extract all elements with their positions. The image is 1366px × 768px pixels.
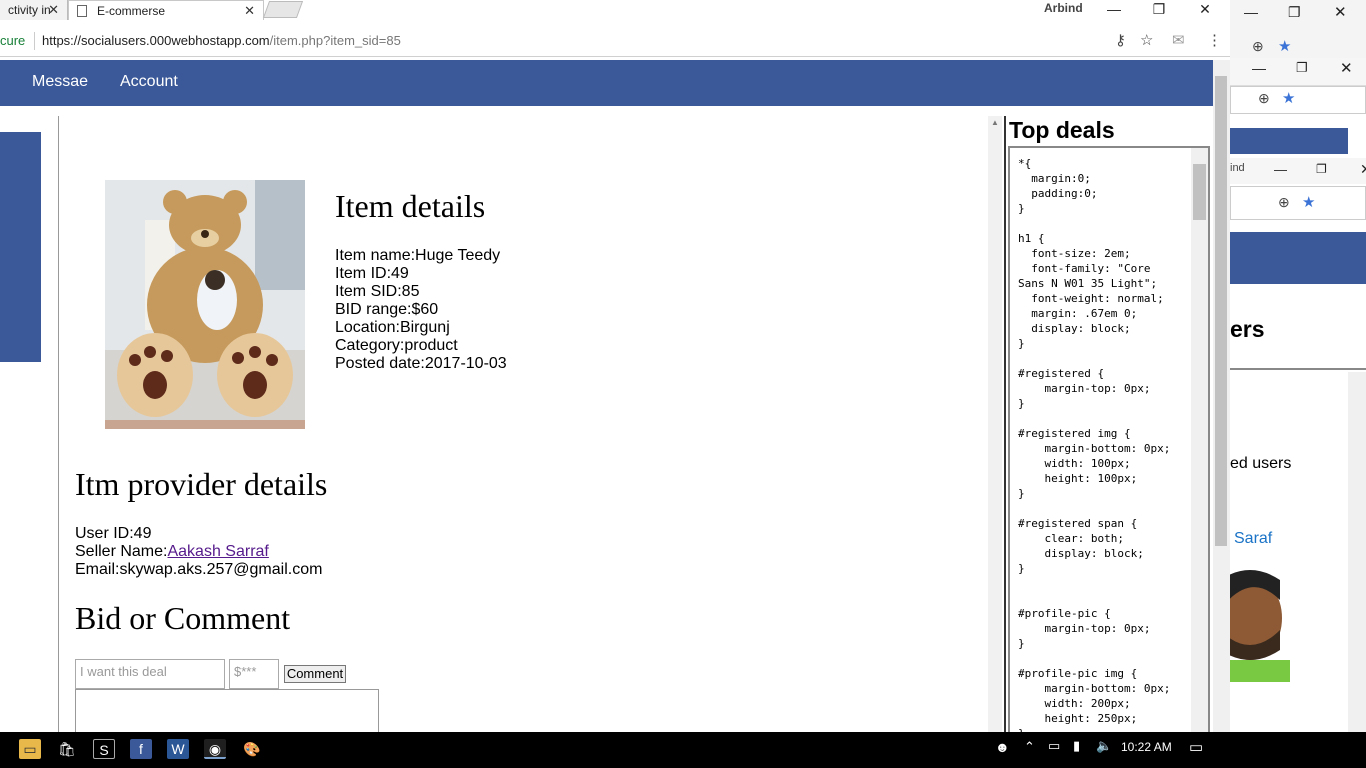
people-icon[interactable]: ☻ [995,739,1010,755]
nav-link-message[interactable]: Messae [32,73,88,91]
star-icon[interactable]: ★ [1282,89,1295,107]
close-icon[interactable]: ✕ [1360,161,1366,178]
store-icon[interactable]: 🛍 [56,739,78,759]
close-icon[interactable]: ✕ [1340,59,1353,77]
deals-scrollbar[interactable]: ▲ [988,116,1002,736]
comment-button[interactable]: Comment [284,665,346,683]
bid-heading: Bid or Comment [75,600,291,636]
chevron-up-icon[interactable]: ⌃ [1024,739,1035,755]
provider-email: Email:skywap.aks.257@gmail.com [75,561,323,578]
minimize-button[interactable]: — [1091,0,1137,20]
tab-activity[interactable]: ctivity in ✕ [0,0,68,20]
category: Category:product [335,337,458,354]
battery-icon[interactable]: ▮ [1073,738,1080,754]
seller-label: Seller Name: [75,543,168,560]
avatar [1230,570,1290,682]
minimize-icon[interactable]: — [1244,4,1258,20]
word-icon[interactable]: W [167,739,189,759]
star-icon[interactable]: ★ [1302,193,1315,211]
location: Location:Birgunj [335,319,450,336]
registered-users-label: ed users [1230,455,1292,472]
tab-ecommerse[interactable]: E-commerse ✕ [68,0,264,20]
minimize-icon[interactable]: — [1274,162,1287,177]
page-scrollbar[interactable] [1213,60,1230,736]
top-deals-textarea[interactable]: *{ margin:0; padding:0; } h1 { font-size… [1008,146,1210,736]
chrome-icon[interactable]: ◉ [204,739,226,759]
maximize-button[interactable]: ❐ [1136,0,1182,20]
clock[interactable]: 10:22 AM [1121,740,1172,754]
background-windows: — ❐ ✕ ⊕ ★ — ❐ ✕ ⊕ ★ ind — ❐ ✕ ⊕ ★ ers ed… [1230,0,1366,768]
url-field[interactable]: https://socialusers.000webhostapp.com/it… [42,33,401,48]
item-id: Item ID:49 [335,265,409,282]
bid-price-input[interactable]: $*** [229,659,279,689]
facebook-icon[interactable]: f [130,739,152,759]
network-icon[interactable]: ▭ [1048,738,1060,754]
key-icon[interactable]: ⚷ [1115,31,1126,49]
star-icon[interactable]: ★ [1278,37,1291,55]
top-deals-title: Top deals [1009,117,1115,143]
file-explorer-icon[interactable]: ▭ [19,739,41,759]
zoom-icon[interactable]: ⊕ [1252,38,1264,55]
scroll-thumb[interactable] [1193,164,1206,220]
minimize-icon[interactable]: — [1252,60,1266,76]
tab-label: ctivity in [8,3,51,17]
page-icon [77,4,87,17]
security-indicator[interactable]: cure [0,33,25,48]
item-name: Item name:Huge Teedy [335,247,501,264]
divider [58,116,59,736]
maximize-icon[interactable]: ❐ [1296,60,1308,76]
divider [34,32,35,50]
maximize-icon[interactable]: ❐ [1316,162,1327,176]
star-icon[interactable]: ☆ [1140,31,1153,49]
item-image [105,180,305,429]
bid-range: BID range:$60 [335,301,439,318]
maximize-icon[interactable]: ❐ [1288,4,1301,21]
provider-heading: Itm provider details [75,466,328,502]
profile-name: ind [1230,162,1245,174]
profile-name[interactable]: Arbind [1044,1,1083,15]
seller-name-row: Seller Name:Aakash Sarraf [75,543,322,561]
nav-link-account[interactable]: Account [120,73,178,91]
user-link[interactable]: Saraf [1234,530,1272,548]
close-icon[interactable]: ✕ [48,2,59,18]
menu-icon[interactable]: ⋮ [1207,31,1222,49]
paint-icon[interactable]: 🎨 [241,739,263,759]
close-icon[interactable]: ✕ [244,3,255,19]
posted-date: Posted date:2017-10-03 [335,355,507,372]
url-host: https://socialusers.000webhostapp.com [42,33,270,48]
sublime-icon[interactable]: S [93,739,115,759]
provider-user-id: User ID:49 [75,525,152,542]
zoom-icon[interactable]: ⊕ [1258,90,1270,107]
bid-comment-input[interactable]: I want this deal [75,659,225,689]
provider-details: User ID:49 Seller Name:Aakash Sarraf Ema… [75,525,322,579]
zoom-icon[interactable]: ⊕ [1278,194,1290,211]
top-deals-code: *{ margin:0; padding:0; } h1 { font-size… [1018,157,1171,734]
mail-icon[interactable]: ✉ [1172,31,1185,49]
section-heading: ers [1230,316,1265,342]
navbar [0,60,1213,106]
url-path: /item.php?item_sid=85 [269,33,401,48]
close-window-button[interactable]: ✕ [1182,0,1228,20]
scroll-up-icon[interactable]: ▲ [988,118,1002,127]
scroll-thumb[interactable] [1215,76,1227,546]
tab-label: E-commerse [97,3,166,18]
sidebar-panel [0,132,41,362]
seller-link[interactable]: Aakash Sarraf [167,543,268,560]
item-sid: Item SID:85 [335,283,420,300]
volume-icon[interactable]: 🔈 [1096,738,1112,754]
divider [1004,116,1006,736]
item-details-heading: Item details [335,188,486,224]
close-icon[interactable]: ✕ [1334,3,1347,21]
comment-textarea[interactable] [75,689,379,734]
new-tab-button[interactable] [262,1,304,18]
item-details-list: Item name:Huge Teedy Item ID:49 Item SID… [335,247,507,373]
notification-icon[interactable]: ▭ [1189,738,1203,756]
textarea-scrollbar[interactable] [1191,148,1208,734]
